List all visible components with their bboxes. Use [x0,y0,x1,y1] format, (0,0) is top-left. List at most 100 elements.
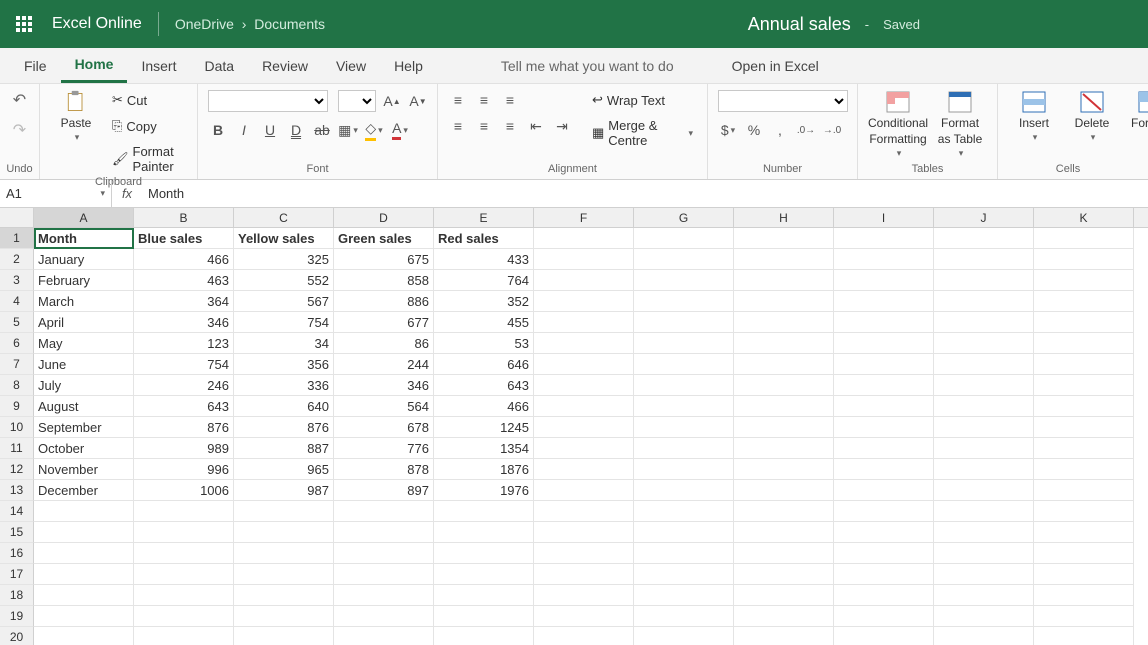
cell-E13[interactable]: 1976 [434,480,534,501]
cell-K14[interactable] [1034,501,1134,522]
cell-J1[interactable] [934,228,1034,249]
cell-K2[interactable] [1034,249,1134,270]
cell-H1[interactable] [734,228,834,249]
cell-D6[interactable]: 86 [334,333,434,354]
cell-I9[interactable] [834,396,934,417]
cell-C11[interactable]: 887 [234,438,334,459]
cell-G17[interactable] [634,564,734,585]
cell-G20[interactable] [634,627,734,645]
cell-D2[interactable]: 675 [334,249,434,270]
col-header-C[interactable]: C [234,208,334,227]
cell-D5[interactable]: 677 [334,312,434,333]
cell-A17[interactable] [34,564,134,585]
cell-E3[interactable]: 764 [434,270,534,291]
cell-B8[interactable]: 246 [134,375,234,396]
bold-button[interactable]: B [208,120,228,140]
col-header-B[interactable]: B [134,208,234,227]
cell-C9[interactable]: 640 [234,396,334,417]
cell-I14[interactable] [834,501,934,522]
tab-data[interactable]: Data [190,48,248,83]
name-box[interactable]: A1 ▾ [0,180,112,207]
cell-I8[interactable] [834,375,934,396]
cell-K12[interactable] [1034,459,1134,480]
row-header-11[interactable]: 11 [0,438,34,459]
cell-K16[interactable] [1034,543,1134,564]
cut-button[interactable]: ✂Cut [108,90,187,110]
cell-J9[interactable] [934,396,1034,417]
cell-K8[interactable] [1034,375,1134,396]
row-header-20[interactable]: 20 [0,627,34,645]
cell-H6[interactable] [734,333,834,354]
cell-C7[interactable]: 356 [234,354,334,375]
cell-G4[interactable] [634,291,734,312]
col-header-H[interactable]: H [734,208,834,227]
cell-C8[interactable]: 336 [234,375,334,396]
cell-I10[interactable] [834,417,934,438]
cell-A10[interactable]: September [34,417,134,438]
cell-J20[interactable] [934,627,1034,645]
row-header-2[interactable]: 2 [0,249,34,270]
cell-G10[interactable] [634,417,734,438]
cell-A6[interactable]: May [34,333,134,354]
cell-H7[interactable] [734,354,834,375]
cell-B11[interactable]: 989 [134,438,234,459]
cell-I17[interactable] [834,564,934,585]
cell-A20[interactable] [34,627,134,645]
number-format-select[interactable] [718,90,848,112]
cell-D13[interactable]: 897 [334,480,434,501]
cell-B17[interactable] [134,564,234,585]
cell-F15[interactable] [534,522,634,543]
cell-D8[interactable]: 346 [334,375,434,396]
cell-B1[interactable]: Blue sales [134,228,234,249]
col-header-J[interactable]: J [934,208,1034,227]
cell-K7[interactable] [1034,354,1134,375]
cell-F10[interactable] [534,417,634,438]
cell-E18[interactable] [434,585,534,606]
cell-H18[interactable] [734,585,834,606]
cell-E6[interactable]: 53 [434,333,534,354]
cell-K3[interactable] [1034,270,1134,291]
cell-A19[interactable] [34,606,134,627]
tab-help[interactable]: Help [380,48,437,83]
cell-E16[interactable] [434,543,534,564]
cell-H4[interactable] [734,291,834,312]
col-header-E[interactable]: E [434,208,534,227]
strike-button[interactable]: ab [312,120,332,140]
cell-F9[interactable] [534,396,634,417]
tab-review[interactable]: Review [248,48,322,83]
cell-J3[interactable] [934,270,1034,291]
breadcrumb-onedrive[interactable]: OneDrive [175,16,234,32]
cell-A13[interactable]: December [34,480,134,501]
cell-B10[interactable]: 876 [134,417,234,438]
cell-A5[interactable]: April [34,312,134,333]
cell-H17[interactable] [734,564,834,585]
cell-G12[interactable] [634,459,734,480]
cell-K18[interactable] [1034,585,1134,606]
percent-format-button[interactable]: % [744,120,764,140]
cell-F16[interactable] [534,543,634,564]
cell-B2[interactable]: 466 [134,249,234,270]
cell-J18[interactable] [934,585,1034,606]
cell-E15[interactable] [434,522,534,543]
cell-H3[interactable] [734,270,834,291]
cell-F7[interactable] [534,354,634,375]
cell-I4[interactable] [834,291,934,312]
cell-G18[interactable] [634,585,734,606]
row-header-4[interactable]: 4 [0,291,34,312]
cell-K19[interactable] [1034,606,1134,627]
cell-C15[interactable] [234,522,334,543]
cell-K4[interactable] [1034,291,1134,312]
cell-E11[interactable]: 1354 [434,438,534,459]
cell-B7[interactable]: 754 [134,354,234,375]
align-top-button[interactable]: ≡ [448,90,468,110]
document-title[interactable]: Annual sales [748,14,851,35]
cell-A18[interactable] [34,585,134,606]
cell-I7[interactable] [834,354,934,375]
cell-C4[interactable]: 567 [234,291,334,312]
align-middle-button[interactable]: ≡ [474,90,494,110]
cell-G3[interactable] [634,270,734,291]
cell-C17[interactable] [234,564,334,585]
cell-B14[interactable] [134,501,234,522]
cell-K1[interactable] [1034,228,1134,249]
cell-J15[interactable] [934,522,1034,543]
